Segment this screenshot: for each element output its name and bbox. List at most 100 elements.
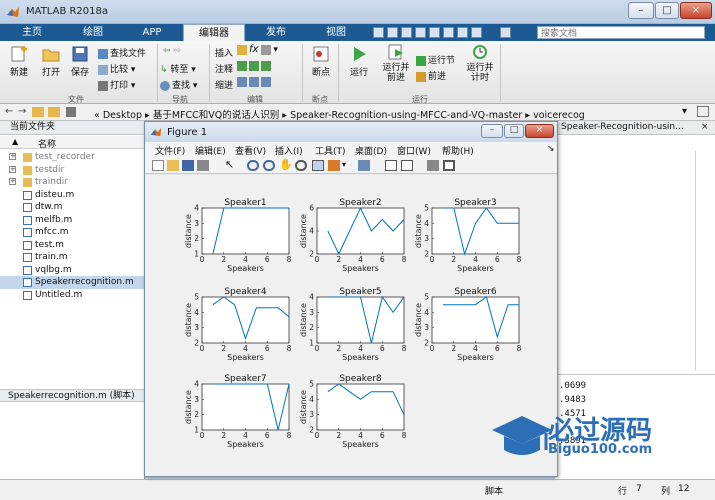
search-path-icon[interactable] — [697, 106, 709, 117]
brush-dropdown-icon[interactable]: ▾ — [342, 160, 354, 171]
quick-access-undo-icon[interactable] — [429, 27, 440, 38]
breadcrumb-item[interactable]: Desktop — [103, 110, 142, 121]
tab-editor[interactable]: 编辑器 — [183, 24, 245, 41]
nav-forward-icon[interactable]: → — [18, 106, 26, 117]
breakpoints-button[interactable]: 断点 — [307, 46, 335, 78]
editor-tab[interactable]: Speaker-Recognition-usin... — [555, 121, 715, 135]
pan-hand-icon[interactable]: ✋ — [279, 159, 293, 171]
tab-view[interactable]: 视图 — [306, 24, 366, 41]
run-section-button[interactable]: 运行节 — [416, 53, 455, 66]
back-forward-buttons[interactable]: ⇦ ⇨ — [163, 46, 181, 56]
quick-access-switch-icon[interactable] — [457, 27, 468, 38]
save-figure-icon[interactable] — [182, 160, 194, 171]
advance-button[interactable]: 前进 — [416, 69, 446, 82]
list-item[interactable]: vqlbg.m — [0, 264, 145, 277]
breadcrumb-item[interactable]: Speaker-Recognition-using-MFCC-and-VQ-ma… — [290, 110, 522, 121]
list-item[interactable]: + test_recorder — [0, 151, 145, 164]
tab-home[interactable]: 主页 — [0, 24, 64, 41]
save-button[interactable]: 保存 — [67, 46, 93, 78]
breadcrumb-overflow[interactable]: « — [94, 110, 100, 121]
menu-view[interactable]: 查看(V) — [235, 144, 266, 157]
indent-button[interactable]: 缩进 — [215, 78, 233, 91]
tab-apps[interactable]: APP — [122, 24, 182, 41]
close-button[interactable]: × — [680, 2, 712, 19]
nav-back-icon[interactable]: ← — [5, 106, 13, 117]
rotate-3d-icon[interactable] — [295, 160, 307, 171]
up-folder-icon[interactable] — [32, 107, 44, 117]
breadcrumb[interactable]: « Desktop ▸ 基于MFCC和VQ的说话人识别 ▸ Speaker-Re… — [94, 107, 585, 121]
quick-access-help-icon[interactable] — [471, 27, 482, 38]
tab-publish[interactable]: 发布 — [246, 24, 306, 41]
quick-access-save-icon[interactable] — [373, 27, 384, 38]
menu-desktop[interactable]: 桌面(D) — [355, 144, 387, 157]
brush-icon[interactable] — [328, 160, 340, 171]
run-and-time-button[interactable]: 运行并 计时 — [462, 44, 498, 83]
list-item[interactable]: test.m — [0, 239, 145, 252]
menu-help[interactable]: 帮助(H) — [442, 144, 474, 157]
insert-button[interactable]: 插入 — [215, 46, 233, 59]
new-figure-icon[interactable] — [152, 160, 164, 171]
list-item[interactable]: train.m — [0, 251, 145, 264]
expand-icon[interactable]: + — [9, 153, 16, 160]
menu-tools[interactable]: 工具(T) — [315, 144, 346, 157]
open-button[interactable]: 打开 — [38, 46, 64, 78]
edit-tools[interactable]: fx ▾ — [237, 44, 287, 55]
breadcrumb-item[interactable]: 基于MFCC和VQ的说话人识别 — [153, 110, 279, 121]
comment-button[interactable]: 注释 — [215, 62, 233, 75]
data-cursor-icon[interactable] — [312, 160, 324, 171]
goto-button[interactable]: ↳ 转至 ▾ — [160, 62, 196, 75]
expand-icon[interactable]: + — [9, 165, 16, 173]
link-plot-icon[interactable] — [358, 160, 370, 171]
maximize-button[interactable]: □ — [655, 2, 679, 19]
zoom-in-icon[interactable] — [247, 160, 259, 171]
print-button[interactable]: 打印 ▾ — [98, 78, 135, 91]
list-item[interactable]: melfb.m — [0, 214, 145, 227]
list-item[interactable]: + traindir — [0, 176, 145, 189]
list-item[interactable]: Untitled.m — [0, 289, 145, 302]
print-figure-icon[interactable] — [197, 160, 209, 171]
quick-access-paste-icon[interactable] — [415, 27, 426, 38]
details-bar[interactable]: Speakerrecognition.m (脚本) — [0, 389, 145, 402]
hide-plot-tools-icon[interactable] — [427, 160, 439, 171]
quick-access-copy-icon[interactable] — [401, 27, 412, 38]
dock-arrow-icon[interactable]: ↘ — [547, 144, 555, 154]
minimize-button[interactable]: – — [628, 2, 654, 19]
colorbar-icon[interactable] — [385, 160, 397, 171]
menu-insert[interactable]: 插入(I) — [275, 144, 303, 157]
indent-tools[interactable] — [237, 77, 273, 88]
list-item[interactable]: dtw.m — [0, 201, 145, 214]
comment-tools[interactable] — [237, 61, 273, 72]
show-plot-tools-icon[interactable] — [443, 160, 455, 171]
breadcrumb-item[interactable]: voicerecog — [533, 110, 585, 121]
pointer-icon[interactable]: ↖ — [225, 159, 237, 171]
find-files-button[interactable]: 查找文件 — [98, 46, 146, 59]
run-and-advance-button[interactable]: 运行并 前进 — [378, 44, 414, 83]
list-item[interactable]: + testdir — [0, 164, 145, 177]
new-button[interactable]: 新建 — [6, 46, 32, 78]
figure-close-button[interactable]: × — [525, 124, 554, 138]
zoom-out-icon[interactable] — [263, 160, 275, 171]
tab-plots[interactable]: 绘图 — [64, 24, 122, 41]
find-button[interactable]: 查找 ▾ — [160, 78, 197, 91]
list-item[interactable]: disteu.m — [0, 189, 145, 202]
list-item-selected[interactable]: Speakerrecognition.m — [0, 276, 145, 289]
menu-window[interactable]: 窗口(W) — [397, 144, 431, 157]
browse-folder-icon[interactable] — [48, 107, 60, 117]
list-item[interactable]: mfcc.m — [0, 226, 145, 239]
path-dropdown-icon[interactable]: ▾ — [682, 106, 687, 117]
open-file-icon[interactable] — [167, 160, 179, 171]
expand-icon[interactable]: + — [9, 178, 16, 185]
figure-title-bar[interactable]: Figure 1 – □ × — [145, 122, 557, 142]
quick-access-redo-icon[interactable] — [443, 27, 454, 38]
quick-access-question-icon[interactable] — [500, 27, 511, 38]
run-button[interactable]: 运行 — [344, 46, 374, 78]
menu-file[interactable]: 文件(F) — [155, 144, 185, 157]
column-header[interactable]: ▲ 名称 — [0, 136, 145, 150]
search-documentation-input[interactable] — [537, 26, 705, 39]
figure-minimize-button[interactable]: – — [481, 124, 503, 138]
quick-access-cut-icon[interactable] — [387, 27, 398, 38]
menu-edit[interactable]: 编辑(E) — [195, 144, 226, 157]
legend-icon[interactable] — [401, 160, 413, 171]
figure-maximize-button[interactable]: □ — [504, 124, 524, 138]
compare-button[interactable]: 比较 ▾ — [98, 62, 135, 75]
